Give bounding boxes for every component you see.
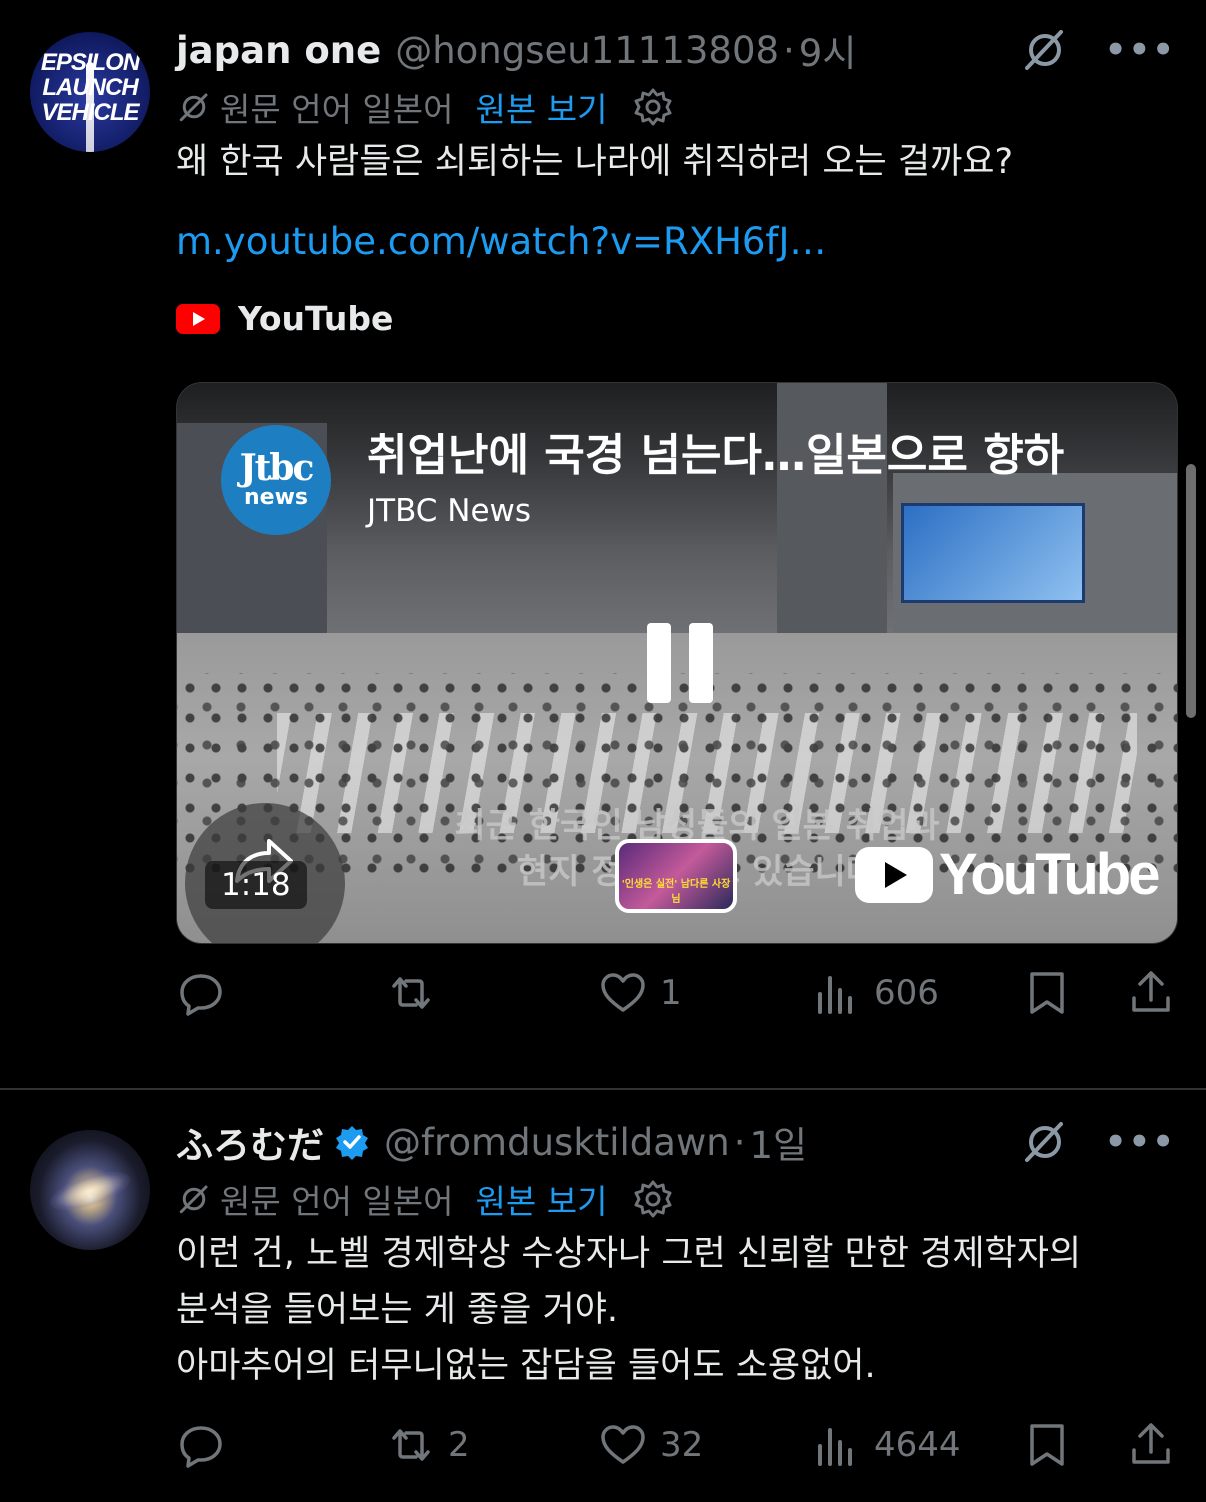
tweet-text-line: 이런 건, 노벨 경제학상 수상자나 그런 신뢰할 만한 경제학자의 bbox=[176, 1234, 1082, 1274]
tweet-text-line: 분석을 들어보는 게 좋을 거야. bbox=[176, 1290, 619, 1330]
gear-icon[interactable] bbox=[633, 1179, 673, 1219]
repost-button[interactable]: 2 bbox=[386, 1420, 470, 1470]
youtube-wordmark: YouTube bbox=[939, 842, 1160, 907]
card-source[interactable]: YouTube bbox=[176, 299, 1176, 338]
pause-icon[interactable] bbox=[647, 623, 713, 703]
share-button[interactable] bbox=[1126, 968, 1176, 1018]
share-button[interactable] bbox=[1126, 1420, 1176, 1470]
like-icon bbox=[601, 973, 645, 1012]
billboard-screen bbox=[901, 503, 1085, 603]
repost-count: 2 bbox=[448, 1425, 470, 1465]
bookmark-button[interactable] bbox=[1022, 968, 1072, 1018]
tweet-actions: 2 32 4644 bbox=[176, 1420, 1176, 1470]
show-original-link[interactable]: 원본 보기 bbox=[476, 83, 608, 131]
scrollbar[interactable] bbox=[1186, 464, 1196, 718]
translation-bar: 원문 언어 일본어 원본 보기 bbox=[176, 82, 1176, 132]
video-duration: 1:18 bbox=[205, 861, 307, 909]
like-count: 1 bbox=[660, 973, 682, 1013]
views-button[interactable]: 4644 bbox=[812, 1420, 961, 1470]
channel-logo[interactable]: Jtbc news bbox=[221, 425, 331, 535]
tweet-1[interactable]: EPSILON LAUNCH VEHICLE japan one @hongse… bbox=[0, 0, 1206, 1018]
repost-icon bbox=[392, 977, 430, 1009]
next-video-thumbnail[interactable]: '인생은 실전' 남다른 사장님 bbox=[615, 839, 737, 913]
tweet-actions: 1 606 bbox=[176, 968, 1176, 1018]
youtube-icon bbox=[176, 303, 220, 334]
video-player[interactable]: Jtbc news 취업난에 국경 넘는다…일본으로 향하 JTBC News … bbox=[176, 382, 1178, 944]
share-icon bbox=[1132, 971, 1170, 1012]
more-icon[interactable]: ••• bbox=[1105, 33, 1176, 67]
avatar-logo-text: EPSILON LAUNCH VEHICLE bbox=[40, 49, 140, 126]
tweet-divider bbox=[0, 1088, 1206, 1090]
like-button[interactable]: 32 bbox=[598, 1420, 703, 1470]
tweet-2[interactable]: ふろむだ @fromdusktildawn · 1일 ••• 원문 언어 일본어… bbox=[0, 1118, 1206, 1470]
youtube-watermark[interactable]: YouTube bbox=[855, 841, 1160, 908]
bookmark-button[interactable] bbox=[1022, 1420, 1072, 1470]
reply-button[interactable] bbox=[176, 968, 238, 1018]
views-icon bbox=[818, 1428, 852, 1466]
timestamp[interactable]: 9시 bbox=[799, 23, 857, 77]
grok-icon[interactable] bbox=[1021, 26, 1069, 74]
tweet-header: japan one @hongseu11113808 · 9시 ••• bbox=[176, 23, 1176, 77]
youtube-icon bbox=[855, 846, 933, 903]
verified-badge-icon[interactable] bbox=[334, 1124, 370, 1160]
tweet-text: 이런 건, 노벨 경제학상 수상자나 그런 신뢰할 만한 경제학자의 분석을 들… bbox=[176, 1226, 1176, 1394]
like-count: 32 bbox=[660, 1425, 704, 1465]
reply-icon bbox=[180, 1426, 222, 1468]
view-count: 606 bbox=[874, 973, 939, 1013]
view-count: 4644 bbox=[874, 1425, 961, 1465]
translation-label: 원문 언어 일본어 bbox=[220, 90, 454, 129]
gear-icon[interactable] bbox=[633, 87, 673, 127]
avatar[interactable] bbox=[30, 1130, 150, 1250]
galaxy-graphic bbox=[45, 1163, 135, 1219]
translation-label: 원문 언어 일본어 bbox=[220, 1182, 454, 1221]
like-button[interactable]: 1 bbox=[598, 968, 682, 1018]
tweet-text: 왜 한국 사람들은 쇠퇴하는 나라에 취직하러 오는 걸까요? bbox=[176, 142, 1014, 182]
separator: · bbox=[783, 28, 795, 72]
grok-icon[interactable] bbox=[1021, 1118, 1069, 1166]
display-name[interactable]: ふろむだ bbox=[176, 1115, 324, 1169]
bookmark-icon bbox=[1030, 972, 1064, 1014]
reply-button[interactable] bbox=[176, 1420, 238, 1470]
translation-bar: 원문 언어 일본어 원본 보기 bbox=[176, 1174, 1176, 1224]
handle[interactable]: @fromdusktildawn bbox=[384, 1121, 730, 1164]
tweet-link[interactable]: m.youtube.com/watch?v=RXH6fJ… bbox=[176, 220, 1176, 263]
video-title[interactable]: 취업난에 국경 넘는다…일본으로 향하 bbox=[367, 419, 1064, 483]
repost-icon bbox=[392, 1429, 430, 1461]
separator: · bbox=[733, 1120, 746, 1164]
translate-icon bbox=[179, 93, 208, 122]
channel-logo-text: Jtbc bbox=[239, 447, 315, 489]
tweet-header: ふろむだ @fromdusktildawn · 1일 ••• bbox=[176, 1115, 1176, 1169]
views-button[interactable]: 606 bbox=[812, 968, 939, 1018]
reply-icon bbox=[180, 974, 222, 1016]
more-icon[interactable]: ••• bbox=[1105, 1125, 1176, 1159]
show-original-link[interactable]: 원본 보기 bbox=[476, 1175, 608, 1223]
channel-name[interactable]: JTBC News bbox=[367, 493, 531, 529]
avatar[interactable]: EPSILON LAUNCH VEHICLE bbox=[30, 32, 150, 152]
timestamp[interactable]: 1일 bbox=[749, 1115, 807, 1169]
thumbnail-caption: '인생은 실전' 남다른 사장님 bbox=[621, 879, 731, 905]
card-source-label: YouTube bbox=[238, 299, 394, 338]
tweet-text-line: 아마추어의 터무니없는 잡담을 들어도 소용없어. bbox=[176, 1346, 876, 1386]
share-icon bbox=[1132, 1423, 1170, 1464]
channel-logo-subtext: news bbox=[243, 485, 308, 510]
repost-button[interactable] bbox=[386, 968, 448, 1018]
handle[interactable]: @hongseu11113808 bbox=[395, 29, 779, 72]
translate-icon bbox=[179, 1185, 208, 1214]
views-icon bbox=[818, 976, 852, 1014]
display-name[interactable]: japan one bbox=[176, 29, 381, 72]
bookmark-icon bbox=[1030, 1424, 1064, 1466]
like-icon bbox=[601, 1425, 645, 1464]
